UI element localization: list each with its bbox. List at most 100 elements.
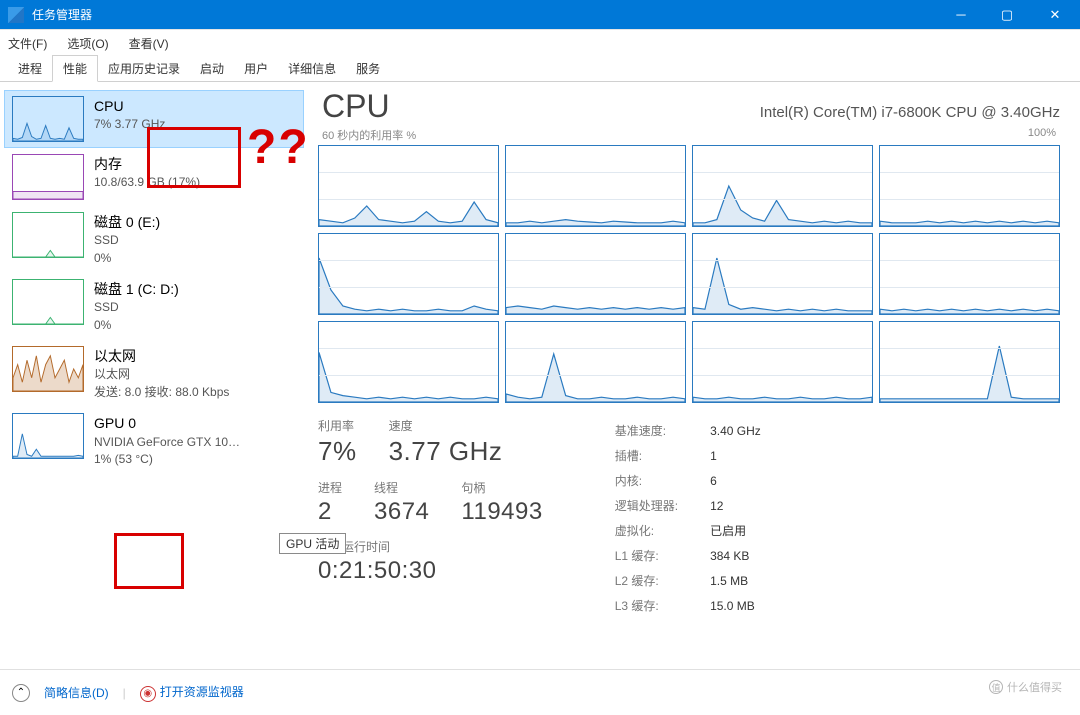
gpu-tooltip: GPU 活动 <box>279 533 346 554</box>
item-line2: SSD <box>94 299 296 316</box>
core-chart[interactable] <box>318 321 499 403</box>
info-row: L2 缓存:1.5 MB <box>615 569 761 592</box>
item-name: 内存 <box>94 154 296 174</box>
core-chart[interactable] <box>692 321 873 403</box>
tab-details[interactable]: 详细信息 <box>278 56 346 81</box>
footer-bar: ⌃ 简略信息(D) | ◉打开资源监视器 <box>0 669 1080 715</box>
core-chart[interactable] <box>505 233 686 315</box>
util-label: 利用率 <box>318 417 357 434</box>
item-line3: 发送: 8.0 接收: 88.0 Kbps <box>94 384 296 401</box>
tab-processes[interactable]: 进程 <box>8 56 52 81</box>
title-bar: 任务管理器 ─ ▢ ✕ <box>0 0 1080 30</box>
brief-link[interactable]: 简略信息(D) <box>44 684 109 701</box>
item-line2: 10.8/63.9 GB (17%) <box>94 174 296 191</box>
main-title: CPU <box>318 88 390 125</box>
core-chart[interactable] <box>879 233 1060 315</box>
menu-options[interactable]: 选项(O) <box>63 33 112 54</box>
core-chart[interactable] <box>879 321 1060 403</box>
item-name: 磁盘 0 (E:) <box>94 212 296 232</box>
item-line3: 0% <box>94 250 296 267</box>
core-chart[interactable] <box>879 145 1060 227</box>
main-panel: CPU Intel(R) Core(TM) i7-6800K CPU @ 3.4… <box>308 82 1080 669</box>
item-line2: SSD <box>94 232 296 249</box>
item-line3: 1% (53 °C) <box>94 451 296 468</box>
core-chart[interactable] <box>692 233 873 315</box>
speed-label: 速度 <box>389 417 503 434</box>
cpu-model: Intel(R) Core(TM) i7-6800K CPU @ 3.40GHz <box>760 104 1060 121</box>
app-icon <box>8 7 24 23</box>
uptime-value: 0:21:50:30 <box>318 557 543 585</box>
range-max: 100% <box>1028 127 1056 143</box>
cpu-info-table: 基准速度:3.40 GHz插槽:1内核:6逻辑处理器:12虚拟化:已启用L1 缓… <box>613 417 763 619</box>
thumb-chart <box>12 154 84 200</box>
info-label: 基准速度: <box>615 419 708 442</box>
thumb-chart <box>12 413 84 459</box>
info-value: 1 <box>710 444 761 467</box>
sidebar-item--[interactable]: 内存10.8/63.9 GB (17%) <box>4 148 304 206</box>
info-row: L3 缓存:15.0 MB <box>615 594 761 617</box>
tab-app-history[interactable]: 应用历史记录 <box>98 56 190 81</box>
tab-strip: 进程 性能 应用历史记录 启动 用户 详细信息 服务 <box>0 56 1080 82</box>
core-chart[interactable] <box>318 233 499 315</box>
item-line3: 0% <box>94 317 296 334</box>
info-label: L3 缓存: <box>615 594 708 617</box>
core-chart[interactable] <box>505 321 686 403</box>
info-row: L1 缓存:384 KB <box>615 544 761 567</box>
sidebar-item-gpu-0[interactable]: GPU 0NVIDIA GeForce GTX 10…1% (53 °C) <box>4 407 304 474</box>
thread-label: 线程 <box>374 479 429 496</box>
resource-sidebar: CPU7% 3.77 GHz内存10.8/63.9 GB (17%)磁盘 0 (… <box>0 82 308 669</box>
thumb-chart <box>12 346 84 392</box>
range-label: 60 秒内的利用率 % <box>322 127 416 143</box>
info-value: 15.0 MB <box>710 594 761 617</box>
menu-file[interactable]: 文件(F) <box>4 33 51 54</box>
info-row: 逻辑处理器:12 <box>615 494 761 517</box>
core-chart[interactable] <box>692 145 873 227</box>
info-value: 12 <box>710 494 761 517</box>
tab-users[interactable]: 用户 <box>234 56 278 81</box>
info-row: 基准速度:3.40 GHz <box>615 419 761 442</box>
info-row: 虚拟化:已启用 <box>615 519 761 542</box>
info-row: 插槽:1 <box>615 444 761 467</box>
info-value: 6 <box>710 469 761 492</box>
item-line2: 以太网 <box>94 366 296 383</box>
speed-value: 3.77 GHz <box>389 436 503 467</box>
tab-services[interactable]: 服务 <box>346 56 390 81</box>
info-value: 1.5 MB <box>710 569 761 592</box>
resmon-link[interactable]: 打开资源监视器 <box>160 685 244 699</box>
item-line2: NVIDIA GeForce GTX 10… <box>94 434 296 451</box>
tab-startup[interactable]: 启动 <box>190 56 234 81</box>
cpu-core-charts[interactable] <box>318 145 1060 403</box>
handle-label: 句柄 <box>461 479 542 496</box>
resmon-icon: ◉ <box>140 686 156 702</box>
util-value: 7% <box>318 436 357 467</box>
info-label: 插槽: <box>615 444 708 467</box>
maximize-button[interactable]: ▢ <box>984 0 1030 29</box>
uptime-label: 正常运行时间 <box>318 538 543 555</box>
collapse-icon[interactable]: ⌃ <box>12 684 30 702</box>
thread-value: 3674 <box>374 498 429 526</box>
menu-view[interactable]: 查看(V) <box>125 33 173 54</box>
info-value: 已启用 <box>710 519 761 542</box>
sidebar-item-cpu[interactable]: CPU7% 3.77 GHz <box>4 90 304 148</box>
info-label: L2 缓存: <box>615 569 708 592</box>
thumb-chart <box>12 279 84 325</box>
menu-bar: 文件(F) 选项(O) 查看(V) <box>0 30 1080 56</box>
tab-performance[interactable]: 性能 <box>52 55 98 82</box>
sidebar-item--1-c-d-[interactable]: 磁盘 1 (C: D:)SSD0% <box>4 273 304 340</box>
sidebar-item--[interactable]: 以太网以太网发送: 8.0 接收: 88.0 Kbps <box>4 340 304 407</box>
item-line2: 7% 3.77 GHz <box>94 116 296 133</box>
handle-value: 119493 <box>461 498 542 526</box>
core-chart[interactable] <box>318 145 499 227</box>
info-label: 虚拟化: <box>615 519 708 542</box>
item-name: CPU <box>94 96 296 116</box>
proc-value: 2 <box>318 498 342 526</box>
close-button[interactable]: ✕ <box>1030 0 1080 29</box>
window-title: 任务管理器 <box>32 6 938 23</box>
minimize-button[interactable]: ─ <box>938 0 984 29</box>
sidebar-item--0-e-[interactable]: 磁盘 0 (E:)SSD0% <box>4 206 304 273</box>
thumb-chart <box>12 96 84 142</box>
core-chart[interactable] <box>505 145 686 227</box>
item-name: 以太网 <box>94 346 296 366</box>
proc-label: 进程 <box>318 479 342 496</box>
info-row: 内核:6 <box>615 469 761 492</box>
